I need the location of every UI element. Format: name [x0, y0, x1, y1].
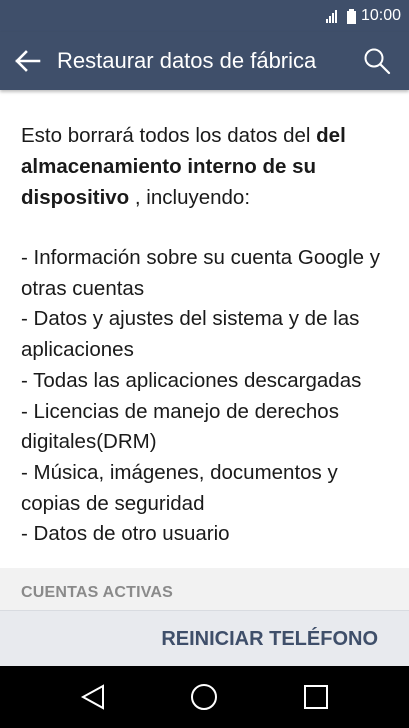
search-icon — [364, 48, 391, 75]
navigation-bar — [0, 666, 409, 728]
content-area[interactable]: Esto borrará todos los datos del del alm… — [0, 90, 409, 568]
back-button[interactable] — [8, 41, 48, 81]
list-item: - Música, imágenes, documentos y copias … — [21, 460, 338, 515]
nav-home-button[interactable] — [184, 677, 224, 717]
arrow-left-icon — [15, 50, 41, 72]
square-recent-icon — [304, 685, 328, 709]
list-item: - Licencias de manejo de derechos digita… — [21, 399, 339, 454]
erased-data-list: - Información sobre su cuenta Google y o… — [21, 243, 401, 550]
list-item: - Datos y ajustes del sistema y de las a… — [21, 307, 360, 362]
nav-back-button[interactable] — [73, 677, 113, 717]
circle-home-icon — [191, 684, 217, 710]
triangle-back-icon — [80, 684, 104, 710]
list-item: - Datos de otro usuario — [21, 522, 230, 546]
warning-intro: Esto borrará todos los datos del — [21, 124, 317, 147]
action-bar: REINICIAR TELÉFONO — [0, 610, 409, 667]
signal-bars-icon — [325, 9, 340, 23]
section-header-label: CUENTAS ACTIVAS — [21, 584, 174, 601]
search-button[interactable] — [357, 41, 397, 81]
page-title: Restaurar datos de fábrica — [57, 48, 317, 73]
list-item: - Información sobre su cuenta Google y o… — [21, 246, 380, 300]
list-item: - Todas las aplicaciones descargadas — [21, 368, 362, 392]
reset-phone-button[interactable]: REINICIAR TELÉFONO — [161, 611, 378, 667]
active-accounts-section: CUENTAS ACTIVAS — [0, 568, 409, 610]
status-time: 10:00 — [360, 7, 401, 24]
nav-recent-button[interactable] — [296, 677, 336, 717]
status-icons: 10:00 — [325, 6, 401, 26]
warning-outro: , incluyendo: — [129, 186, 251, 209]
app-bar: Restaurar datos de fábrica — [0, 32, 409, 90]
battery-full-icon — [346, 8, 356, 24]
status-bar: 10:00 — [0, 0, 409, 32]
reset-warning-text: Esto borrará todos los datos del del alm… — [21, 120, 391, 213]
